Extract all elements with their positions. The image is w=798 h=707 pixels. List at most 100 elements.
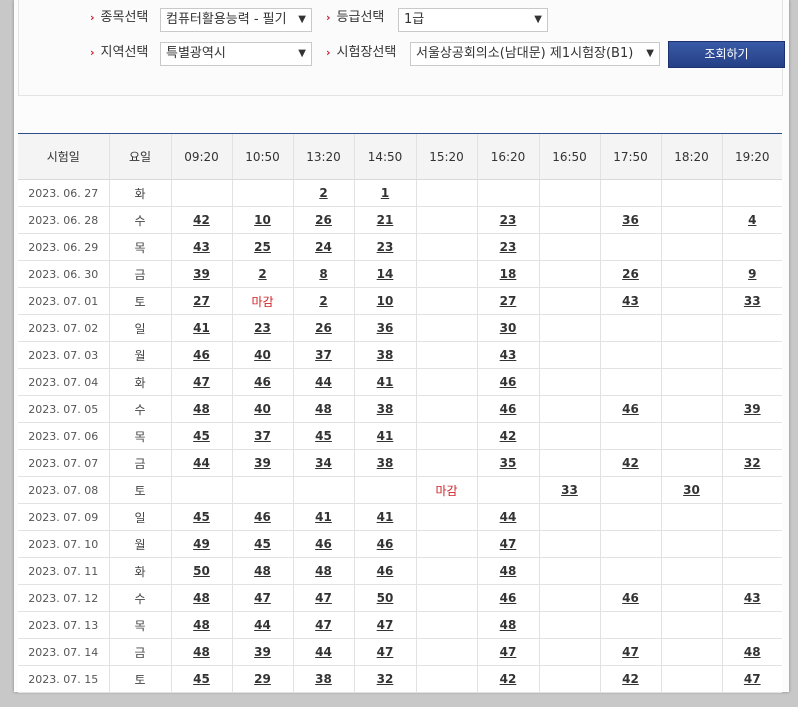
seat-count-link[interactable]: 26	[315, 321, 332, 335]
seat-count-link[interactable]: 41	[377, 375, 394, 389]
seat-count-link[interactable]: 44	[254, 618, 271, 632]
seat-count-link[interactable]: 33	[744, 294, 761, 308]
seat-count-link[interactable]: 48	[254, 564, 271, 578]
seat-count-link[interactable]: 50	[193, 564, 210, 578]
seat-count-link[interactable]: 36	[377, 321, 394, 335]
seat-count-link[interactable]: 47	[500, 645, 517, 659]
seat-count-link[interactable]: 48	[500, 564, 517, 578]
seat-count-link[interactable]: 4	[748, 213, 756, 227]
seat-count-link[interactable]: 39	[193, 267, 210, 281]
seat-count-link[interactable]: 44	[193, 456, 210, 470]
seat-count-link[interactable]: 2	[319, 186, 327, 200]
seat-count-link[interactable]: 35	[500, 456, 517, 470]
seat-count-link[interactable]: 42	[500, 429, 517, 443]
seat-count-link[interactable]: 39	[254, 645, 271, 659]
seat-count-link[interactable]: 40	[254, 348, 271, 362]
seat-count-link[interactable]: 46	[377, 564, 394, 578]
seat-count-link[interactable]: 30	[683, 483, 700, 497]
seat-count-link[interactable]: 46	[193, 348, 210, 362]
seat-count-link[interactable]: 48	[193, 402, 210, 416]
seat-count-link[interactable]: 45	[193, 672, 210, 686]
seat-count-link[interactable]: 47	[193, 375, 210, 389]
search-button[interactable]: 조회하기	[668, 41, 785, 68]
region-select[interactable]: 특별광역시 ▼	[160, 42, 312, 66]
seat-count-link[interactable]: 46	[500, 375, 517, 389]
seat-count-link[interactable]: 26	[622, 267, 639, 281]
seat-count-link[interactable]: 42	[622, 456, 639, 470]
seat-count-link[interactable]: 10	[254, 213, 271, 227]
seat-count-link[interactable]: 27	[500, 294, 517, 308]
seat-count-link[interactable]: 23	[254, 321, 271, 335]
seat-count-link[interactable]: 48	[193, 645, 210, 659]
seat-count-link[interactable]: 45	[254, 537, 271, 551]
seat-count-link[interactable]: 36	[622, 213, 639, 227]
seat-count-link[interactable]: 42	[193, 213, 210, 227]
seat-count-link[interactable]: 1	[381, 186, 389, 200]
seat-count-link[interactable]: 32	[744, 456, 761, 470]
seat-count-link[interactable]: 32	[377, 672, 394, 686]
seat-count-link[interactable]: 43	[500, 348, 517, 362]
seat-count-link[interactable]: 47	[377, 618, 394, 632]
seat-count-link[interactable]: 38	[315, 672, 332, 686]
seat-count-link[interactable]: 46	[315, 537, 332, 551]
seat-count-link[interactable]: 47	[315, 618, 332, 632]
seat-count-link[interactable]: 47	[315, 591, 332, 605]
seat-count-link[interactable]: 24	[315, 240, 332, 254]
venue-select[interactable]: 서울상공회의소(남대문) 제1시험장(B1) ▼	[410, 42, 660, 66]
seat-count-link[interactable]: 38	[377, 456, 394, 470]
seat-count-link[interactable]: 37	[315, 348, 332, 362]
seat-count-link[interactable]: 48	[193, 618, 210, 632]
subject-select[interactable]: 컴퓨터활용능력 - 필기 ▼	[160, 8, 312, 32]
seat-count-link[interactable]: 48	[315, 564, 332, 578]
seat-count-link[interactable]: 43	[193, 240, 210, 254]
seat-count-link[interactable]: 30	[500, 321, 517, 335]
seat-count-link[interactable]: 42	[500, 672, 517, 686]
seat-count-link[interactable]: 23	[500, 240, 517, 254]
seat-count-link[interactable]: 38	[377, 402, 394, 416]
seat-count-link[interactable]: 50	[377, 591, 394, 605]
seat-count-link[interactable]: 46	[622, 402, 639, 416]
seat-count-link[interactable]: 8	[319, 267, 327, 281]
seat-count-link[interactable]: 49	[193, 537, 210, 551]
seat-count-link[interactable]: 45	[193, 429, 210, 443]
seat-count-link[interactable]: 26	[315, 213, 332, 227]
seat-count-link[interactable]: 47	[500, 537, 517, 551]
seat-count-link[interactable]: 2	[319, 294, 327, 308]
seat-count-link[interactable]: 9	[748, 267, 756, 281]
seat-count-link[interactable]: 46	[500, 591, 517, 605]
seat-count-link[interactable]: 41	[315, 510, 332, 524]
seat-count-link[interactable]: 48	[500, 618, 517, 632]
seat-count-link[interactable]: 33	[561, 483, 578, 497]
seat-count-link[interactable]: 2	[258, 267, 266, 281]
seat-count-link[interactable]: 45	[315, 429, 332, 443]
seat-count-link[interactable]: 41	[193, 321, 210, 335]
seat-count-link[interactable]: 48	[315, 402, 332, 416]
seat-count-link[interactable]: 46	[622, 591, 639, 605]
seat-count-link[interactable]: 39	[254, 456, 271, 470]
seat-count-link[interactable]: 44	[315, 375, 332, 389]
seat-count-link[interactable]: 27	[193, 294, 210, 308]
seat-count-link[interactable]: 37	[254, 429, 271, 443]
seat-count-link[interactable]: 18	[500, 267, 517, 281]
seat-count-link[interactable]: 39	[744, 402, 761, 416]
seat-count-link[interactable]: 41	[377, 429, 394, 443]
seat-count-link[interactable]: 47	[744, 672, 761, 686]
seat-count-link[interactable]: 23	[377, 240, 394, 254]
seat-count-link[interactable]: 38	[377, 348, 394, 362]
seat-count-link[interactable]: 10	[377, 294, 394, 308]
seat-count-link[interactable]: 29	[254, 672, 271, 686]
seat-count-link[interactable]: 42	[622, 672, 639, 686]
seat-count-link[interactable]: 47	[622, 645, 639, 659]
seat-count-link[interactable]: 43	[744, 591, 761, 605]
seat-count-link[interactable]: 44	[500, 510, 517, 524]
seat-count-link[interactable]: 46	[254, 510, 271, 524]
seat-count-link[interactable]: 46	[500, 402, 517, 416]
seat-count-link[interactable]: 46	[254, 375, 271, 389]
seat-count-link[interactable]: 34	[315, 456, 332, 470]
seat-count-link[interactable]: 45	[193, 510, 210, 524]
seat-count-link[interactable]: 14	[377, 267, 394, 281]
seat-count-link[interactable]: 47	[254, 591, 271, 605]
seat-count-link[interactable]: 23	[500, 213, 517, 227]
seat-count-link[interactable]: 25	[254, 240, 271, 254]
grade-select[interactable]: 1급 ▼	[398, 8, 548, 32]
